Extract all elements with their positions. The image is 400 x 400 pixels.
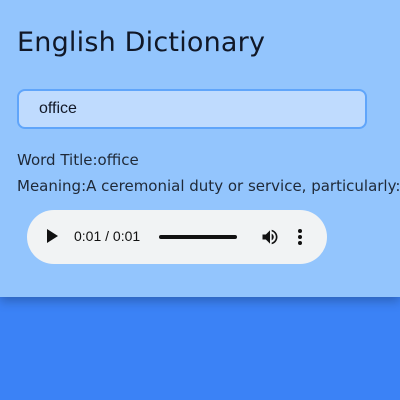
search-input[interactable] xyxy=(17,89,367,129)
audio-time: 0:01 / 0:01 xyxy=(74,228,141,244)
audio-progress-bar[interactable] xyxy=(159,235,237,239)
volume-icon[interactable] xyxy=(260,227,280,247)
page-title: English Dictionary xyxy=(17,27,266,58)
play-icon[interactable] xyxy=(47,229,58,243)
word-meaning: Meaning:A ceremonial duty or service, pa… xyxy=(17,177,400,195)
audio-player[interactable]: 0:01 / 0:01 xyxy=(27,210,327,264)
more-vert-icon[interactable] xyxy=(295,227,305,247)
word-title: Word Title:office xyxy=(17,151,139,169)
dictionary-card: English Dictionary Word Title:office Mea… xyxy=(0,0,400,297)
